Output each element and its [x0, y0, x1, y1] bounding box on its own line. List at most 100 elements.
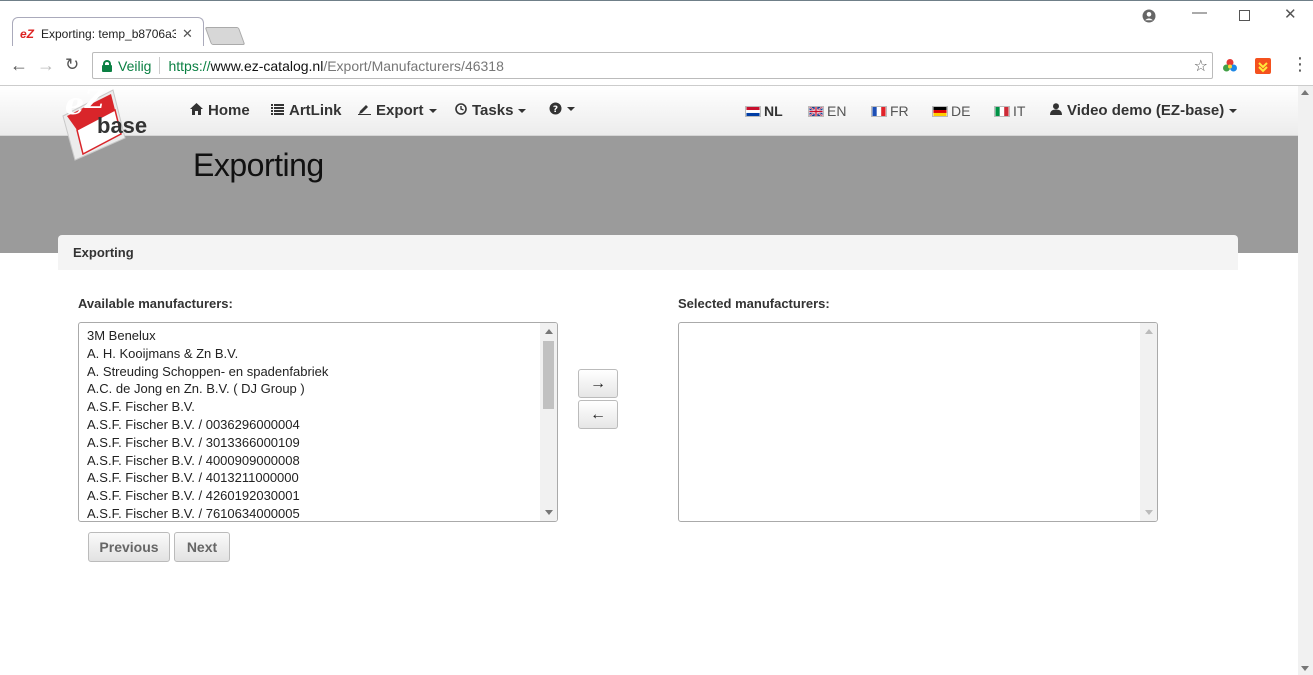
clock-icon [455, 103, 467, 118]
list-item[interactable]: A.S.F. Fischer B.V. [87, 398, 537, 416]
available-list-items: 3M Benelux A. H. Kooijmans & Zn B.V. A. St… [87, 327, 537, 521]
list-item[interactable]: A. H. Kooijmans & Zn B.V. [87, 345, 537, 363]
available-manufacturers-label: Available manufacturers: [78, 296, 233, 311]
nav-tasks-dropdown[interactable]: Tasks [455, 102, 527, 119]
ez-favicon-icon: eZ [20, 27, 35, 41]
flag-it-icon [994, 105, 1010, 117]
available-manufacturers-list[interactable]: 3M Benelux A. H. Kooijmans & Zn B.V. A. St… [78, 322, 558, 522]
svg-text:e: e [65, 87, 84, 122]
tab-title: Exporting: temp_b8706a3 [41, 27, 176, 41]
lang-de[interactable]: DE [932, 103, 970, 119]
previous-button[interactable]: Previous [88, 532, 170, 562]
scroll-down-icon[interactable] [1145, 510, 1153, 515]
scroll-up-icon[interactable] [545, 329, 553, 334]
ez-base-logo[interactable]: e Z base [55, 86, 160, 161]
list-item[interactable]: A.S.F. Fischer B.V. / 7610634000005 [87, 505, 537, 521]
selected-list-scrollbar[interactable] [1140, 323, 1157, 521]
lang-de-label: DE [951, 103, 971, 119]
list-item[interactable]: A.C. de Jong en Zn. B.V. ( DJ Group ) [87, 380, 537, 398]
minimize-icon[interactable]: — [1192, 4, 1207, 21]
nav-export-label: Export [376, 102, 424, 119]
browser-toolbar: ← → ↻ Veilig https:// www.ez-catalog.nl … [0, 46, 1313, 86]
svg-text:?: ? [553, 105, 558, 115]
arrow-right-icon: → [590, 374, 606, 392]
user-caret-icon [1229, 108, 1238, 113]
available-list-scrollbar[interactable] [540, 323, 557, 521]
flag-nl-icon [745, 105, 761, 117]
nav-artlink[interactable]: ArtLink [271, 102, 342, 119]
nav-home[interactable]: Home [190, 102, 250, 119]
tasks-caret-icon [518, 108, 527, 113]
lang-fr[interactable]: FR [871, 103, 909, 119]
scroll-up-icon[interactable] [1145, 329, 1153, 334]
site-navbar: Home ArtLink Export Tasks ? NL EN FR DE … [0, 86, 1298, 136]
security-label: Veilig [118, 57, 152, 74]
add-manufacturer-button[interactable]: → [578, 369, 618, 398]
lang-nl-label: NL [764, 103, 783, 119]
shield-extension-icon[interactable] [1255, 58, 1271, 74]
page-title: Exporting [193, 147, 324, 183]
lang-fr-label: FR [890, 103, 909, 119]
list-item[interactable]: A.S.F. Fischer B.V. / 3013366000109 [87, 434, 537, 452]
maximize-icon[interactable] [1239, 10, 1250, 21]
list-item[interactable]: A.S.F. Fischer B.V. / 4260192030001 [87, 487, 537, 505]
nav-help-dropdown[interactable]: ? [549, 102, 575, 115]
url-scheme: https:// [168, 57, 211, 74]
user-icon [1050, 103, 1062, 118]
question-circle-icon: ? [549, 102, 562, 115]
browser-tab-content[interactable]: eZ Exporting: temp_b8706a3 ✕ [20, 22, 200, 46]
lang-en-label: EN [827, 103, 847, 119]
url-path: /Export/Manufacturers/46318 [323, 57, 504, 74]
selected-manufacturers-list[interactable] [678, 322, 1158, 522]
scroll-thumb[interactable] [543, 341, 554, 409]
selected-manufacturers-label: Selected manufacturers: [678, 296, 830, 311]
tab-close-icon[interactable]: ✕ [182, 26, 193, 42]
page-scrollbar[interactable] [1298, 86, 1313, 675]
close-window-icon[interactable]: ✕ [1284, 5, 1297, 23]
new-tab-button[interactable] [204, 27, 246, 45]
bookmark-star-icon[interactable]: ☆ [1194, 56, 1208, 76]
lang-nl[interactable]: NL [745, 103, 783, 119]
account-icon[interactable] [1142, 9, 1156, 23]
user-menu-dropdown[interactable]: Video demo (EZ-base) [1050, 102, 1238, 119]
browser-menu-icon[interactable]: ⋮ [1291, 54, 1309, 74]
pencil-icon [358, 103, 371, 118]
list-icon [271, 103, 284, 118]
nav-home-label: Home [208, 102, 250, 119]
flag-de-icon [932, 105, 948, 117]
url-host: www.ez-catalog.nl [210, 57, 324, 74]
list-item[interactable]: A. Streuding Schoppen- en spadenfabriek [87, 363, 537, 381]
page-scroll-down-icon[interactable] [1301, 666, 1309, 671]
nav-export-dropdown[interactable]: Export [358, 102, 437, 119]
next-button[interactable]: Next [174, 532, 230, 562]
scroll-down-icon[interactable] [545, 510, 553, 515]
list-item[interactable]: 3M Benelux [87, 327, 537, 345]
lang-en[interactable]: EN [808, 103, 846, 119]
address-separator [159, 57, 161, 74]
lang-it[interactable]: IT [994, 103, 1025, 119]
logo-text: base [97, 113, 147, 138]
color-extension-icon[interactable] [1222, 58, 1238, 74]
browser-tab-bar: eZ Exporting: temp_b8706a3 ✕ — ✕ [0, 0, 1313, 47]
back-icon[interactable]: ← [10, 55, 28, 75]
flag-en-icon [808, 105, 824, 117]
panel-heading: Exporting [58, 235, 1238, 270]
arrow-left-icon: ← [590, 405, 606, 423]
help-caret-icon [567, 106, 575, 111]
remove-manufacturer-button[interactable]: ← [578, 400, 618, 429]
user-name: Video demo (EZ-base) [1067, 102, 1225, 119]
svg-text:Z: Z [84, 86, 105, 115]
reload-icon[interactable]: ↻ [65, 55, 79, 75]
nav-tasks-label: Tasks [472, 102, 514, 119]
list-item[interactable]: A.S.F. Fischer B.V. / 4013211000000 [87, 469, 537, 487]
lang-it-label: IT [1013, 103, 1026, 119]
flag-fr-icon [871, 105, 887, 117]
address-bar[interactable]: Veilig https:// www.ez-catalog.nl /Expor… [92, 52, 1213, 79]
forward-icon[interactable]: → [37, 55, 55, 75]
nav-artlink-label: ArtLink [289, 102, 342, 119]
page-scroll-up-icon[interactable] [1301, 90, 1309, 95]
lock-icon [102, 59, 112, 72]
list-item[interactable]: A.S.F. Fischer B.V. / 0036296000004 [87, 416, 537, 434]
list-item[interactable]: A.S.F. Fischer B.V. / 4000909000008 [87, 452, 537, 470]
home-icon [190, 103, 203, 118]
